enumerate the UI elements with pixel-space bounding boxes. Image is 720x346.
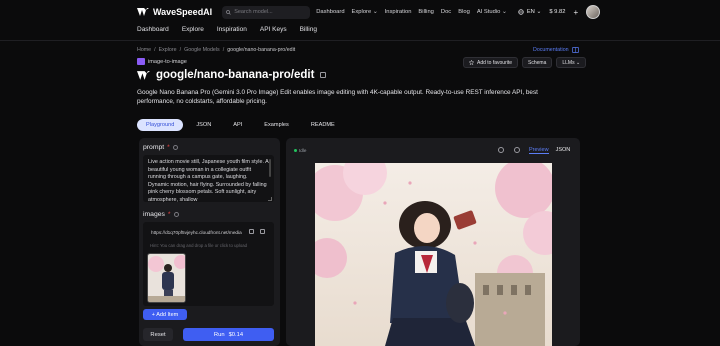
- breadcrumb-google-models[interactable]: Google Models: [184, 47, 220, 53]
- title-row: google/nano-banana-pro/edit: [137, 69, 327, 81]
- image-thumbnail[interactable]: [147, 253, 186, 303]
- nav-explore[interactable]: Explore ⌄: [352, 9, 378, 15]
- tab-api[interactable]: API: [224, 119, 251, 131]
- tab-dashboard[interactable]: Dashboard: [137, 26, 169, 36]
- nav-ai-studio[interactable]: AI Studio ⌄: [477, 9, 507, 15]
- breadcrumb-separator: /: [154, 47, 156, 53]
- prompt-label: prompt: [143, 144, 165, 151]
- breadcrumb-home[interactable]: Home: [137, 47, 151, 53]
- top-bar: WaveSpeedAI Dashboard Explore ⌄ Inspirat…: [0, 0, 720, 24]
- main-nav: Dashboard Explore ⌄ Inspiration Billing …: [316, 9, 507, 15]
- refresh-icon[interactable]: [498, 147, 504, 153]
- balance[interactable]: $ 9.82: [549, 9, 565, 15]
- nav-blog[interactable]: Blog: [458, 9, 470, 15]
- topbar-right: EN ⌄ $ 9.82 +: [518, 5, 601, 19]
- tab-output-json[interactable]: JSON: [556, 147, 571, 154]
- model-type: image-to-image: [137, 58, 187, 65]
- language-label: EN ⌄: [526, 9, 542, 15]
- copy-icon[interactable]: [320, 72, 327, 78]
- output-view-tabs: Preview JSON: [529, 147, 570, 154]
- add-to-favourite-button[interactable]: Add to favourite: [463, 57, 519, 68]
- breadcrumb-separator: /: [179, 47, 182, 53]
- book-icon: [571, 47, 579, 53]
- resize-handle[interactable]: [268, 197, 272, 201]
- documentation-label: Documentation: [533, 47, 569, 53]
- prompt-label-row: prompt *: [143, 144, 178, 151]
- required-marker: *: [167, 211, 171, 218]
- add-credit-button[interactable]: +: [573, 8, 578, 17]
- breadcrumb-separator: /: [222, 47, 225, 53]
- model-actions: Add to favourite Schema LLMs ⌄: [463, 57, 587, 68]
- divider: [0, 40, 720, 41]
- output-preview-image: [315, 163, 552, 346]
- images-label: images: [143, 211, 165, 218]
- prompt-text: Live action movie still, Japanese youth …: [148, 159, 269, 202]
- upload-hint: Hint: You can drag and drop a file or cl…: [150, 243, 247, 248]
- search-input[interactable]: [234, 9, 305, 15]
- avatar[interactable]: [586, 5, 601, 19]
- model-type-label: image-to-image: [148, 58, 187, 65]
- tab-playground[interactable]: Playground: [137, 119, 184, 131]
- image-icon: [137, 58, 145, 65]
- breadcrumb-explore[interactable]: Explore: [159, 47, 177, 53]
- upload-icon[interactable]: [249, 229, 254, 234]
- llms-button[interactable]: LLMs ⌄: [556, 57, 587, 68]
- output-panel: Idle Preview JSON: [286, 138, 580, 346]
- status-dot: [294, 149, 297, 152]
- tab-examples[interactable]: Examples: [255, 119, 298, 131]
- breadcrumb: Home / Explore / Google Models / google/…: [137, 47, 295, 53]
- brand-logo[interactable]: WaveSpeedAI: [137, 7, 212, 17]
- nav-dashboard[interactable]: Dashboard: [316, 9, 344, 15]
- panel-tabs: Playground JSON API Examples README: [137, 119, 344, 131]
- tab-readme[interactable]: README: [302, 119, 344, 131]
- nav-doc[interactable]: Doc: [441, 9, 451, 15]
- image-actions: [249, 229, 265, 234]
- tab-inspiration[interactable]: Inspiration: [217, 26, 247, 36]
- nav-inspiration[interactable]: Inspiration: [385, 9, 412, 15]
- images-field: https://d1q70pf5vjeyhc.cloudfront.net/me…: [143, 222, 274, 306]
- status-text: Idle: [299, 148, 307, 153]
- logo-icon: [137, 8, 149, 16]
- favourite-label: Add to favourite: [477, 59, 513, 66]
- model-logo-icon: [137, 70, 150, 80]
- prompt-textarea[interactable]: Live action movie still, Japanese youth …: [143, 155, 274, 202]
- language-selector[interactable]: EN ⌄: [518, 9, 542, 15]
- required-marker: *: [167, 144, 170, 151]
- reset-button[interactable]: Reset: [143, 328, 173, 341]
- brand-name: WaveSpeedAI: [153, 7, 213, 17]
- star-icon: [469, 60, 474, 65]
- info-icon[interactable]: [172, 145, 178, 150]
- delete-icon[interactable]: [260, 229, 265, 234]
- breadcrumb-current: google/nano-banana-pro/edit: [227, 47, 296, 53]
- input-panel: prompt * Live action movie still, Japanes…: [139, 138, 280, 346]
- page-title: google/nano-banana-pro/edit: [156, 69, 315, 81]
- status-badge: Idle: [294, 148, 306, 153]
- scrollbar[interactable]: [269, 159, 271, 177]
- run-price: $0.14: [228, 331, 244, 338]
- images-label-row: images *: [143, 211, 179, 218]
- tab-json[interactable]: JSON: [187, 119, 220, 131]
- tab-preview[interactable]: Preview: [529, 147, 549, 154]
- globe-icon: [518, 9, 524, 15]
- info-icon[interactable]: [173, 212, 179, 217]
- expand-icon[interactable]: [514, 147, 520, 153]
- tab-api-keys[interactable]: API Keys: [260, 26, 287, 36]
- search-box[interactable]: [222, 5, 311, 19]
- nav-billing[interactable]: Billing: [418, 9, 433, 15]
- model-description: Google Nano Banana Pro (Gemini 3.0 Pro I…: [137, 89, 538, 106]
- tab-explore[interactable]: Explore: [182, 26, 204, 36]
- documentation-link[interactable]: Documentation: [533, 47, 579, 53]
- add-item-button[interactable]: + Add Item: [143, 309, 187, 320]
- output-actions: [498, 147, 520, 153]
- search-icon: [226, 9, 231, 15]
- tab-billing[interactable]: Billing: [300, 26, 317, 36]
- run-button[interactable]: Run $0.14: [183, 328, 274, 341]
- schema-button[interactable]: Schema: [522, 57, 553, 68]
- image-url-input[interactable]: https://d1q70pf5vjeyhc.cloudfront.net/me…: [148, 227, 245, 238]
- run-label: Run: [213, 331, 225, 338]
- sub-nav: Dashboard Explore Inspiration API Keys B…: [137, 26, 317, 36]
